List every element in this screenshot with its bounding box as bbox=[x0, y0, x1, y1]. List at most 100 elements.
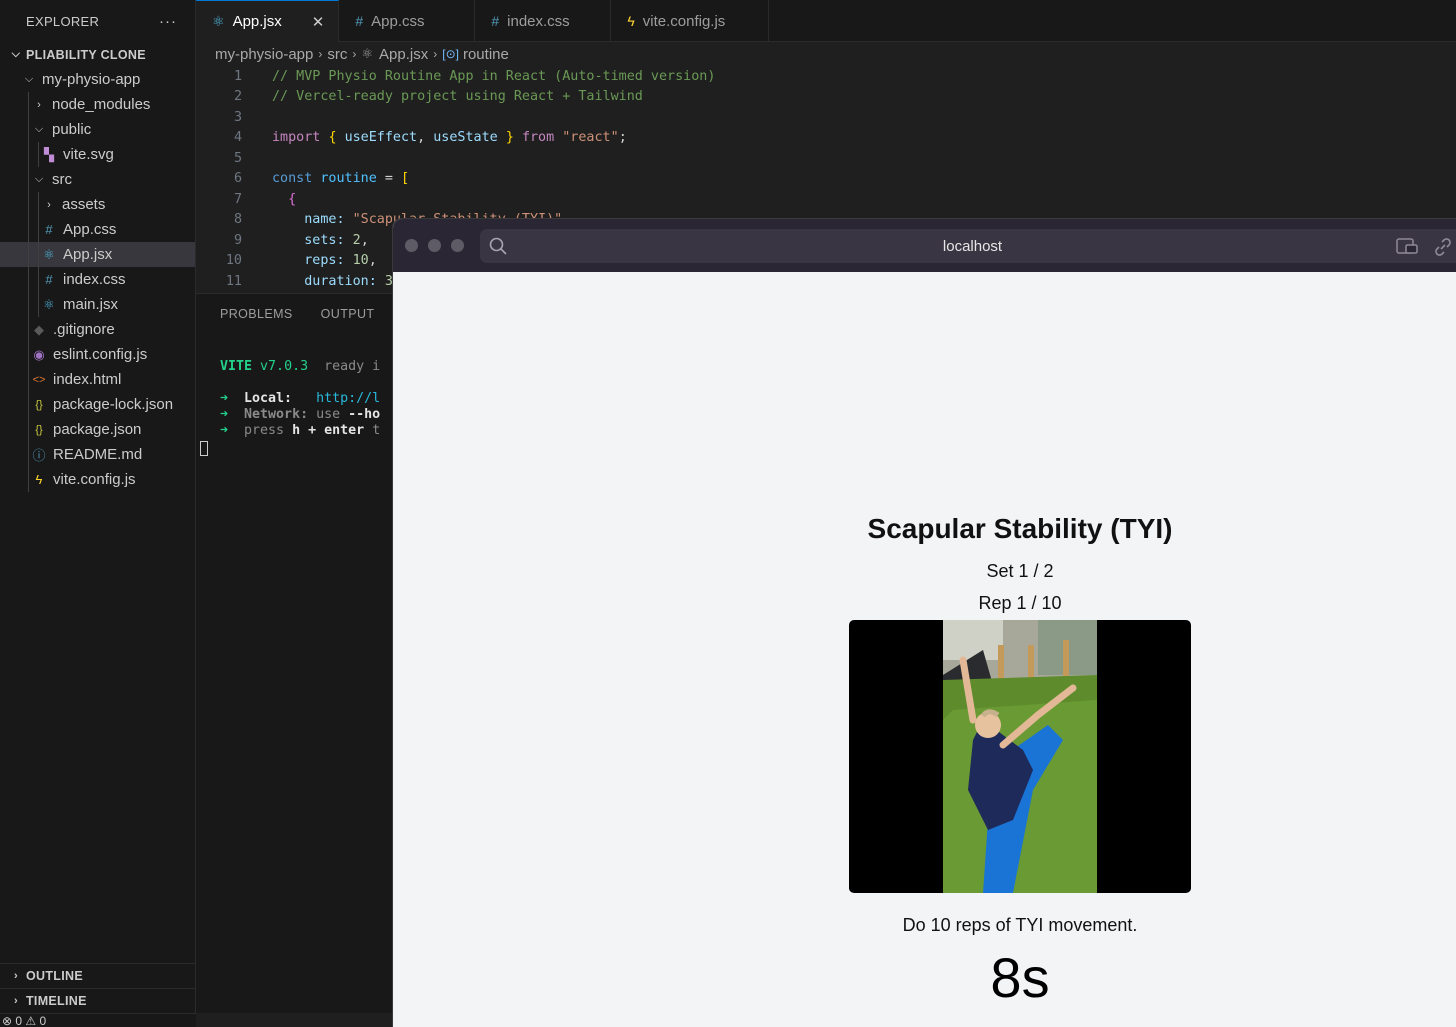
zoom-window-button[interactable] bbox=[451, 239, 464, 252]
token-string: "react" bbox=[562, 130, 619, 146]
indent-guide bbox=[28, 92, 29, 117]
chevron-right-icon: › bbox=[14, 970, 18, 982]
tree-item[interactable]: ◉ eslint.config.js bbox=[0, 342, 195, 367]
line-number: 4 bbox=[233, 130, 242, 146]
exercise-video[interactable] bbox=[849, 620, 1191, 893]
code-line: 3 bbox=[196, 107, 1456, 128]
tree-item-label: eslint.config.js bbox=[53, 346, 148, 363]
tab-vite-config[interactable]: ϟ vite.config.js bbox=[611, 0, 770, 42]
tree-item[interactable]: {} package-lock.json bbox=[0, 392, 195, 417]
chevron-right-icon[interactable]: › bbox=[42, 199, 56, 211]
json-icon: {} bbox=[35, 423, 43, 436]
local-url[interactable]: http://l bbox=[316, 391, 380, 406]
breadcrumb-item[interactable]: src bbox=[327, 46, 347, 63]
tree-item[interactable]: ◆ .gitignore bbox=[0, 317, 195, 342]
tab-output[interactable]: OUTPUT bbox=[321, 307, 375, 321]
link-icon[interactable] bbox=[1433, 237, 1453, 262]
project-section-header[interactable]: ⌵ PLIABILITY CLONE bbox=[0, 42, 195, 67]
key-h: h bbox=[292, 423, 301, 438]
token-keyword: import bbox=[272, 130, 321, 146]
terminal-cursor bbox=[200, 441, 208, 456]
chevron-down-icon[interactable]: ⌵ bbox=[32, 173, 46, 186]
tree-item[interactable]: {} package.json bbox=[0, 417, 195, 442]
tab-index-css[interactable]: # index.css bbox=[475, 0, 612, 42]
token-punct: ; bbox=[618, 130, 627, 146]
tree-item[interactable]: ⌵ public bbox=[0, 117, 195, 142]
line-number: 5 bbox=[233, 150, 242, 166]
chevron-right-icon: › bbox=[433, 47, 438, 61]
eslint-icon: ◉ bbox=[33, 346, 45, 362]
indent-guide bbox=[28, 242, 29, 267]
indent-guide bbox=[38, 217, 39, 242]
tree-item[interactable]: # App.css bbox=[0, 217, 195, 242]
chevron-down-icon: ⌵ bbox=[11, 48, 21, 60]
chevron-down-icon[interactable]: ⌵ bbox=[22, 73, 36, 86]
tab-label: vite.config.js bbox=[642, 12, 726, 30]
tab-app-css[interactable]: # App.css bbox=[339, 0, 476, 42]
token-property: duration: bbox=[304, 273, 377, 289]
line-number: 9 bbox=[233, 232, 242, 248]
outline-section[interactable]: › OUTLINE bbox=[0, 963, 196, 988]
token-bracket: [ bbox=[401, 171, 410, 187]
tree-item-label: package-lock.json bbox=[53, 396, 174, 413]
tab-problems[interactable]: PROBLEMS bbox=[220, 307, 293, 321]
breadcrumb-item[interactable]: my-physio-app bbox=[215, 46, 313, 63]
line-number: 3 bbox=[233, 109, 242, 125]
tree-item[interactable]: <> index.html bbox=[0, 367, 195, 392]
tab-app-jsx[interactable]: ⚛ App.jsx ✕ bbox=[196, 0, 340, 42]
react-icon: ⚛ bbox=[43, 296, 55, 312]
token-keyword: from bbox=[521, 130, 555, 146]
tree-item[interactable]: # index.css bbox=[0, 267, 195, 292]
html-icon: <> bbox=[32, 373, 46, 386]
tree-item[interactable]: ⚛ App.jsx bbox=[0, 242, 195, 267]
minimize-window-button[interactable] bbox=[428, 239, 441, 252]
indent-guide bbox=[28, 392, 29, 417]
code-const: const routine = [ bbox=[242, 171, 409, 186]
line-number: 2 bbox=[233, 89, 242, 105]
video-frame-image bbox=[943, 620, 1097, 893]
code-line: 7 { bbox=[196, 189, 1456, 210]
breadcrumb-item[interactable]: App.jsx bbox=[379, 46, 428, 63]
exercise-title: Scapular Stability (TYI) bbox=[867, 513, 1173, 544]
vite-label: VITE bbox=[220, 359, 253, 374]
breadcrumb-item[interactable]: routine bbox=[463, 46, 509, 63]
outline-label: OUTLINE bbox=[26, 969, 83, 983]
close-icon[interactable]: ✕ bbox=[312, 13, 325, 31]
tree-item-label: vite.svg bbox=[63, 146, 114, 163]
set-counter: Set 1 / 2 bbox=[986, 561, 1054, 581]
tree-item[interactable]: ▚ vite.svg bbox=[0, 142, 195, 167]
tree-item[interactable]: › node_modules bbox=[0, 92, 195, 117]
browser-toolbar: localhost bbox=[393, 219, 1456, 272]
chevron-down-icon[interactable]: ⌵ bbox=[32, 123, 46, 136]
tree-item-label: public bbox=[52, 121, 92, 138]
picture-in-picture-icon[interactable] bbox=[1396, 237, 1418, 260]
tree-item-label: App.css bbox=[63, 221, 117, 238]
react-icon: ⚛ bbox=[43, 246, 55, 262]
tab-label: App.css bbox=[371, 12, 425, 30]
indent-guide bbox=[28, 292, 29, 317]
url-text[interactable]: localhost bbox=[480, 238, 1456, 255]
tab-label: index.css bbox=[507, 12, 570, 30]
timeline-label: TIMELINE bbox=[26, 994, 87, 1008]
tree-item[interactable]: ⌵ src bbox=[0, 167, 195, 192]
chevron-right-icon[interactable]: › bbox=[32, 99, 46, 111]
timeline-section[interactable]: › TIMELINE bbox=[0, 988, 196, 1013]
indent-guide bbox=[28, 192, 29, 217]
hash-icon: # bbox=[491, 13, 500, 29]
close-window-button[interactable] bbox=[405, 239, 418, 252]
address-bar[interactable]: localhost bbox=[480, 229, 1456, 263]
tree-item[interactable]: ϟ vite.config.js bbox=[0, 467, 195, 492]
browser-window: localhost Scapular Stability (TYI) Set 1… bbox=[392, 218, 1456, 1027]
token-property: reps: bbox=[304, 253, 345, 269]
problems-count[interactable]: ⊗ 0 ⚠ 0 bbox=[2, 1014, 46, 1027]
tree-item[interactable]: ⌵ my-physio-app bbox=[0, 67, 195, 92]
terminal[interactable]: VITE v7.0.3 ready i ➜ Local: http://l ➜ Ne… bbox=[196, 334, 392, 460]
project-name: PLIABILITY CLONE bbox=[26, 47, 146, 62]
more-actions-icon[interactable]: ··· bbox=[159, 13, 177, 30]
tree-item[interactable]: ⚛ main.jsx bbox=[0, 292, 195, 317]
code-line: 5 bbox=[196, 148, 1456, 169]
tree-item[interactable]: › assets bbox=[0, 192, 195, 217]
token-brace: } bbox=[505, 130, 514, 146]
json-icon: {} bbox=[35, 398, 43, 411]
tree-item[interactable]: ⓘ README.md bbox=[0, 442, 195, 467]
